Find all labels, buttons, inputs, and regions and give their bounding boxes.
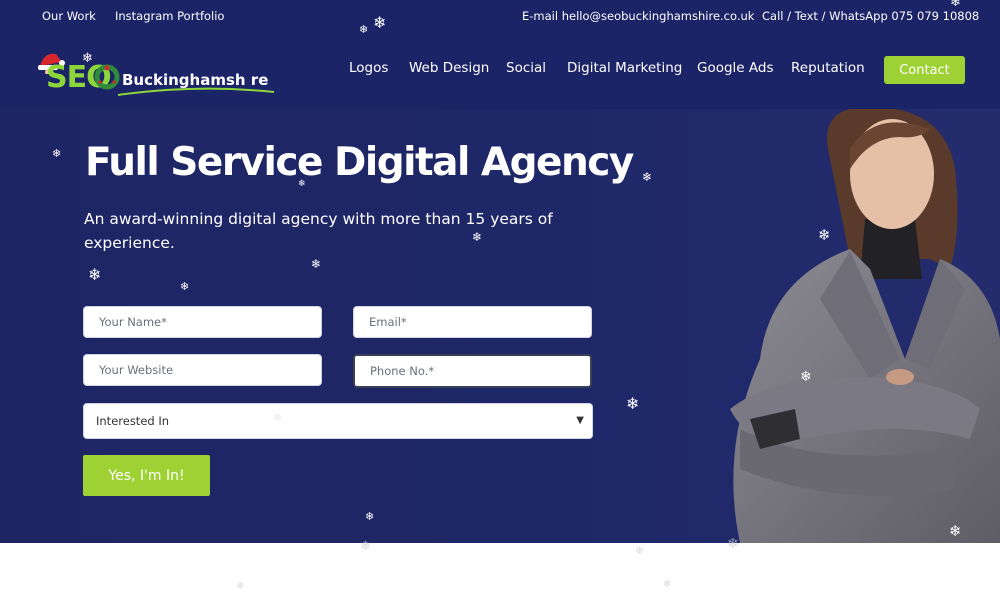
email-placeholder: Email* xyxy=(369,315,407,329)
phone-input[interactable]: Phone No.* xyxy=(353,354,592,388)
snowflake-icon: ❄ xyxy=(949,522,962,540)
nav-item-social[interactable]: Social xyxy=(506,60,546,76)
name-placeholder: Your Name* xyxy=(99,315,167,329)
interest-selected-value: Interested In xyxy=(96,414,170,428)
snowflake-icon: ❄ xyxy=(635,544,645,557)
snowflake-icon: ❄ xyxy=(626,394,640,413)
snowflake-icon: ❄ xyxy=(360,539,371,554)
submit-button[interactable]: Yes, I'm In! xyxy=(83,455,210,496)
nav-item-digital-marketing[interactable]: Digital Marketing xyxy=(567,60,682,76)
hero-subtitle: An award-winning digital agency with mor… xyxy=(84,210,553,252)
email-input[interactable]: Email* xyxy=(353,306,592,338)
snowflake-icon: ❄ xyxy=(663,579,672,590)
website-input[interactable]: Your Website xyxy=(83,354,322,386)
top-email-link[interactable]: E-mail hello@seobuckinghamshire.co.uk xyxy=(522,9,754,23)
chevron-down-icon: ▼ xyxy=(576,415,584,426)
nav-item-google-ads[interactable]: Google Ads xyxy=(697,60,774,76)
hero-title: Full Service Digital Agency xyxy=(85,140,634,185)
phone-placeholder: Phone No.* xyxy=(370,364,435,378)
snowflake-icon: ❄ xyxy=(311,257,322,271)
top-phone-link[interactable]: Call / Text / WhatsApp 075 079 10808 xyxy=(762,9,979,23)
hero-section: Full Service Digital Agency An award-win… xyxy=(0,109,1000,543)
snowflake-icon: ❄ xyxy=(642,170,653,184)
snowflake-icon: ❄ xyxy=(52,147,62,160)
logo-swoosh xyxy=(117,87,275,96)
snowflake-icon: ❄ xyxy=(359,23,369,36)
name-input[interactable]: Your Name* xyxy=(83,306,322,338)
snowflake-icon: ❄ xyxy=(82,51,93,66)
snowflake-icon: ❄ xyxy=(950,0,961,10)
contact-button[interactable]: Contact xyxy=(884,56,965,84)
snowflake-icon: ❄ xyxy=(236,581,245,592)
snowflake-icon: ❄ xyxy=(365,510,375,523)
top-link-instagram-portfolio[interactable]: Instagram Portfolio xyxy=(115,9,224,23)
snowflake-icon: ❄ xyxy=(818,226,831,244)
snowflake-icon: ❄ xyxy=(727,536,739,552)
snowflake-icon: ❄ xyxy=(88,265,102,284)
website-placeholder: Your Website xyxy=(99,363,174,377)
hero-person-image xyxy=(730,109,1000,543)
nav-item-web-design[interactable]: Web Design xyxy=(409,60,489,76)
site-logo[interactable]: SEO Buckinghamsh re xyxy=(36,48,276,96)
snowflake-icon: ❄ xyxy=(298,179,306,189)
top-bar: Our Work Instagram Portfolio E-mail hell… xyxy=(0,0,1000,32)
snowflake-icon: ❄ xyxy=(180,280,190,293)
top-link-our-work[interactable]: Our Work xyxy=(42,9,96,23)
site-header: SEO Buckinghamsh re Logos Web Design Soc… xyxy=(0,32,1000,109)
nav-item-reputation[interactable]: Reputation xyxy=(791,60,865,76)
snowflake-icon: ❄ xyxy=(273,411,283,424)
nav-item-logos[interactable]: Logos xyxy=(349,60,388,76)
snowflake-icon: ❄ xyxy=(373,13,387,32)
snowflake-icon: ❄ xyxy=(800,369,812,385)
snowflake-icon: ❄ xyxy=(472,230,483,244)
interest-select[interactable]: Interested In ▼ xyxy=(83,403,593,439)
